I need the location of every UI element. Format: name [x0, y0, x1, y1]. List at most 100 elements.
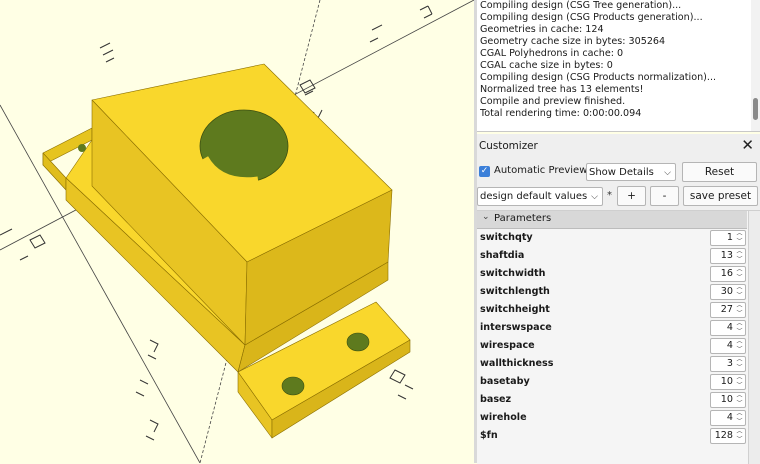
- param-name: interswspace: [480, 322, 552, 333]
- param-row: switchlength 30 ︿ ﹀: [477, 284, 747, 302]
- param-name: basez: [480, 394, 512, 405]
- console-line: Compiling design (CSG Tree generation)..…: [480, 0, 682, 11]
- details-select-value: Show Details: [589, 167, 654, 178]
- param-name: wirehole: [480, 412, 527, 423]
- details-select[interactable]: Show Details ⌵: [586, 163, 676, 181]
- chevron-down-icon: ⌵: [591, 192, 598, 202]
- param-name: switchqty: [480, 232, 533, 243]
- param-row: shaftdia 13 ︿ ﹀: [477, 248, 747, 266]
- spin-arrows-icon[interactable]: ︿ ﹀: [735, 320, 744, 336]
- param-spinbox[interactable]: 4 ︿ ﹀: [710, 338, 746, 354]
- reset-button[interactable]: Reset: [682, 162, 757, 182]
- console-line: CGAL cache size in bytes: 0: [480, 60, 613, 71]
- parameters-section: ⌄ Parameters switchqty 1 ︿ ﹀ shaftdia 13 ︿ ﹀…: [477, 210, 760, 464]
- param-spinbox[interactable]: 128 ︿ ﹀: [710, 428, 746, 444]
- param-value: 1: [726, 232, 733, 243]
- param-row: interswspace 4 ︿ ﹀: [477, 320, 747, 338]
- preview-row: ✓ Automatic Preview Show Details ⌵ Reset: [477, 162, 760, 182]
- param-spinbox[interactable]: 4 ︿ ﹀: [710, 410, 746, 426]
- spin-arrows-icon[interactable]: ︿ ﹀: [735, 392, 744, 408]
- console-line: Compile and preview finished.: [480, 96, 626, 107]
- param-spinbox[interactable]: 4 ︿ ﹀: [710, 320, 746, 336]
- close-icon[interactable]: ✕: [741, 136, 754, 154]
- console-line: Normalized tree has 13 elements!: [480, 84, 644, 95]
- param-spinbox[interactable]: 3 ︿ ﹀: [710, 356, 746, 372]
- param-value: 4: [726, 340, 733, 351]
- parameters-header[interactable]: ⌄ Parameters: [477, 211, 747, 229]
- param-row: wirespace 4 ︿ ﹀: [477, 338, 747, 356]
- spin-arrows-icon[interactable]: ︿ ﹀: [735, 428, 744, 444]
- preset-select[interactable]: design default values ⌵: [477, 187, 603, 206]
- spin-arrows-icon[interactable]: ︿ ﹀: [735, 338, 744, 354]
- param-row: $fn 128 ︿ ﹀: [477, 428, 747, 446]
- remove-preset-button[interactable]: -: [650, 186, 679, 206]
- 3d-viewport[interactable]: [0, 0, 474, 463]
- param-value: 10: [720, 394, 733, 405]
- param-spinbox[interactable]: 13 ︿ ﹀: [710, 248, 746, 264]
- spin-arrows-icon[interactable]: ︿ ﹀: [735, 374, 744, 390]
- param-spinbox[interactable]: 16 ︿ ﹀: [710, 266, 746, 282]
- customizer-title: Customizer: [479, 140, 538, 152]
- tab-hole-1: [281, 376, 305, 396]
- chevron-down-icon: ⌄: [482, 212, 490, 222]
- param-name: $fn: [480, 430, 498, 441]
- param-row: basetaby 10 ︿ ﹀: [477, 374, 747, 392]
- param-value: 30: [720, 286, 733, 297]
- param-row: switchqty 1 ︿ ﹀: [477, 230, 747, 248]
- save-preset-button[interactable]: save preset: [683, 186, 758, 206]
- param-name: basetaby: [480, 376, 530, 387]
- param-value: 128: [714, 430, 733, 441]
- parameters-scrollbar[interactable]: [748, 211, 760, 464]
- param-row: switchwidth 16 ︿ ﹀: [477, 266, 747, 284]
- modified-marker: *: [607, 190, 612, 201]
- spin-arrows-icon[interactable]: ︿ ﹀: [735, 266, 744, 282]
- param-name: switchwidth: [480, 268, 546, 279]
- param-value: 16: [720, 268, 733, 279]
- spin-arrows-icon[interactable]: ︿ ﹀: [735, 248, 744, 264]
- console-line: CGAL Polyhedrons in cache: 0: [480, 48, 624, 59]
- tab-hole-3: [78, 144, 86, 152]
- param-value: 4: [726, 412, 733, 423]
- chevron-down-icon: ⌵: [664, 168, 671, 178]
- tab-hole-2: [346, 332, 370, 352]
- spin-arrows-icon[interactable]: ︿ ﹀: [735, 302, 744, 318]
- console-scrollbar[interactable]: [751, 0, 760, 131]
- console-line: Compiling design (CSG Products normaliza…: [480, 72, 717, 83]
- spin-arrows-icon[interactable]: ︿ ﹀: [735, 356, 744, 372]
- param-spinbox[interactable]: 10 ︿ ﹀: [710, 392, 746, 408]
- param-name: switchlength: [480, 286, 550, 297]
- param-name: shaftdia: [480, 250, 525, 261]
- param-spinbox[interactable]: 27 ︿ ﹀: [710, 302, 746, 318]
- param-name: wallthickness: [480, 358, 554, 369]
- param-name: switchheight: [480, 304, 550, 315]
- console-line: Geometries in cache: 124: [480, 24, 604, 35]
- spin-arrows-icon[interactable]: ︿ ﹀: [735, 230, 744, 246]
- param-row: wallthickness 3 ︿ ﹀: [477, 356, 747, 374]
- console-line: Geometry cache size in bytes: 305264: [480, 36, 666, 47]
- console-scroll-thumb[interactable]: [753, 98, 758, 120]
- automatic-preview-label: Automatic Preview: [494, 165, 588, 176]
- param-value: 27: [720, 304, 733, 315]
- param-row: wirehole 4 ︿ ﹀: [477, 410, 747, 428]
- console-line: Compiling design (CSG Products generatio…: [480, 12, 703, 23]
- param-name: wirespace: [480, 340, 535, 351]
- spin-arrows-icon[interactable]: ︿ ﹀: [735, 284, 744, 300]
- model-render: [0, 0, 474, 463]
- param-value: 3: [726, 358, 733, 369]
- param-value: 13: [720, 250, 733, 261]
- automatic-preview-checkbox[interactable]: ✓: [479, 166, 490, 177]
- param-value: 4: [726, 322, 733, 333]
- param-value: 10: [720, 376, 733, 387]
- param-spinbox[interactable]: 1 ︿ ﹀: [710, 230, 746, 246]
- customizer-panel: Customizer ✕ ✓ Automatic Preview Show De…: [477, 134, 760, 464]
- spin-arrows-icon[interactable]: ︿ ﹀: [735, 410, 744, 426]
- param-spinbox[interactable]: 10 ︿ ﹀: [710, 374, 746, 390]
- console-line: Total rendering time: 0:00:00.094: [480, 108, 642, 119]
- param-spinbox[interactable]: 30 ︿ ﹀: [710, 284, 746, 300]
- preset-select-value: design default values: [480, 191, 588, 202]
- console-lines: Compiling design (CSG Tree generation)..…: [480, 0, 748, 120]
- console-panel: Compiling design (CSG Tree generation)..…: [477, 0, 760, 132]
- add-preset-button[interactable]: +: [617, 186, 646, 206]
- param-row: basez 10 ︿ ﹀: [477, 392, 747, 410]
- param-row: switchheight 27 ︿ ﹀: [477, 302, 747, 320]
